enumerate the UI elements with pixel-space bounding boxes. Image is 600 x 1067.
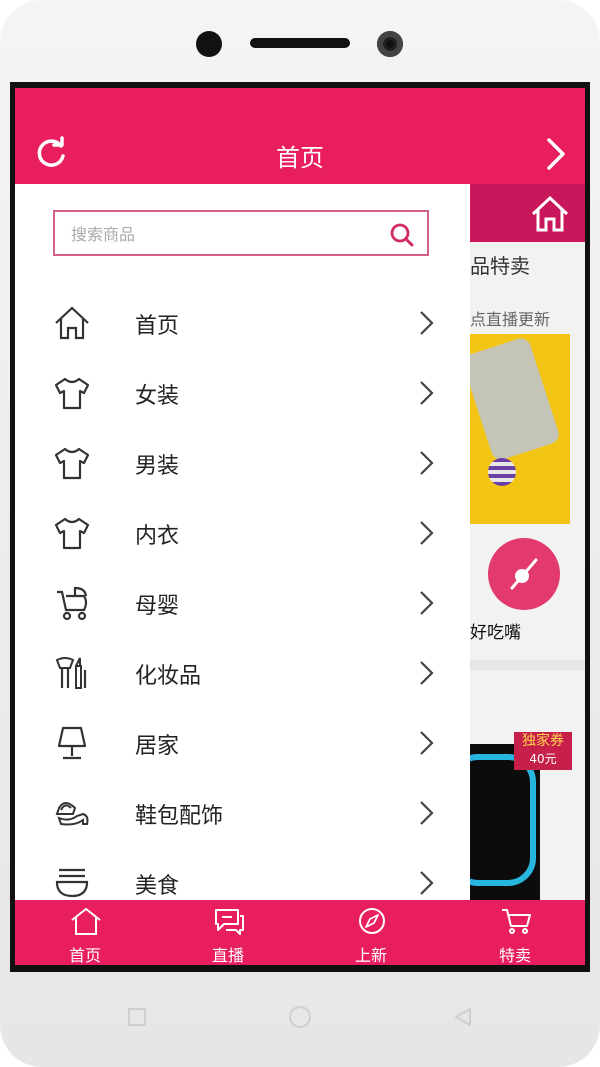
skewer-icon: [510, 558, 538, 590]
menu-item-home[interactable]: 首页: [15, 290, 470, 360]
product-ball-image: [488, 458, 516, 486]
menu-item-label: 美食: [135, 874, 180, 899]
menu-item-home-goods[interactable]: 居家: [15, 710, 470, 780]
cart-icon: [502, 909, 531, 934]
menu-item-shoes-bags[interactable]: 鞋包配饰: [15, 780, 470, 850]
search-icon[interactable]: [389, 222, 415, 248]
phone-top-hardware: [0, 0, 600, 80]
menu-item-mens[interactable]: 男装: [15, 430, 470, 500]
stroller-icon: [57, 586, 88, 621]
tshirt-icon: [54, 377, 90, 410]
tshirt-icon: [54, 517, 90, 550]
menu-item-label: 居家: [135, 734, 180, 759]
recent-apps-button[interactable]: [128, 1008, 146, 1026]
food-bowl-icon: [55, 868, 89, 898]
chevron-right-icon: [420, 451, 434, 475]
chevron-right-icon: [420, 871, 434, 895]
menu-item-underwear[interactable]: 内衣: [15, 500, 470, 570]
tab-special-sale[interactable]: 特卖: [445, 900, 585, 965]
lamp-icon: [57, 726, 87, 760]
tshirt-icon: [54, 447, 90, 480]
home-icon: [55, 306, 89, 340]
chevron-right-icon[interactable]: [541, 136, 571, 172]
cosmetics-icon: [55, 657, 87, 689]
search-input[interactable]: [69, 222, 373, 246]
tab-new-arrivals[interactable]: 上新: [301, 900, 441, 965]
compass-icon: [359, 908, 385, 934]
tab-home[interactable]: 首页: [15, 900, 155, 965]
menu-item-cosmetics[interactable]: 化妆品: [15, 640, 470, 710]
product-fan-image: [470, 335, 562, 463]
chevron-right-icon: [420, 731, 434, 755]
shoe-bag-icon: [55, 802, 89, 826]
menu-item-baby[interactable]: 母婴: [15, 570, 470, 640]
home-button[interactable]: [289, 1006, 311, 1028]
coupon-value: 40元: [529, 752, 557, 766]
tab-label: 直播: [211, 946, 244, 965]
menu-item-label: 化妆品: [135, 664, 202, 689]
phone-frame: 首页 品特卖 点直播更新 好吃嘴 独家券 40元 搜索商品 首页 女装 男装 内…: [0, 0, 600, 1067]
search-bar: [53, 210, 429, 256]
chevron-right-icon: [420, 801, 434, 825]
menu-item-label: 男装: [135, 454, 180, 479]
chevron-right-icon: [420, 661, 434, 685]
menu-item-womens[interactable]: 女装: [15, 360, 470, 430]
earpiece-speaker: [250, 38, 350, 48]
tab-live[interactable]: 直播: [158, 900, 298, 965]
snack-category-label: 好吃嘴: [470, 623, 521, 643]
menu-item-label: 女装: [135, 384, 180, 409]
tab-label: 上新: [354, 946, 387, 965]
menu-item-label: 首页: [135, 314, 180, 339]
home-icon: [71, 907, 101, 935]
tab-label: 特卖: [498, 946, 531, 965]
top-app-bar: 首页: [15, 88, 585, 184]
menu-item-label: 鞋包配饰: [135, 804, 224, 829]
home-icon: [531, 195, 569, 232]
back-triangle-icon[interactable]: [452, 1006, 474, 1028]
background-home-page: 品特卖 点直播更新 好吃嘴 独家券 40元: [450, 184, 585, 900]
menu-item-label: 内衣: [135, 524, 180, 549]
background-section-title: 品特卖: [470, 254, 530, 278]
navigation-drawer: 首页 女装 男装: [15, 184, 470, 900]
menu-item-label: 母婴: [135, 594, 180, 619]
coupon-title: 独家券: [522, 733, 564, 749]
chevron-right-icon: [420, 311, 434, 335]
page-title: 首页: [276, 144, 324, 172]
background-header: [470, 184, 585, 242]
front-camera: [377, 31, 403, 57]
chevron-right-icon: [420, 381, 434, 405]
snack-category-icon: [488, 538, 560, 610]
proximity-sensor: [196, 31, 222, 57]
coupon-badge: 独家券 40元: [514, 732, 572, 770]
section-divider: [470, 660, 585, 670]
chevron-right-icon: [420, 521, 434, 545]
background-product-image: [470, 334, 570, 524]
chevron-right-icon: [420, 591, 434, 615]
background-update-text: 点直播更新: [470, 310, 551, 329]
tab-label: 首页: [68, 946, 101, 965]
bottom-tab-bar: 首页 直播 上新 特卖: [15, 900, 585, 965]
chat-icon: [215, 909, 244, 935]
screen: 首页 品特卖 点直播更新 好吃嘴 独家券 40元 搜索商品 首页 女装 男装 内…: [15, 88, 585, 965]
